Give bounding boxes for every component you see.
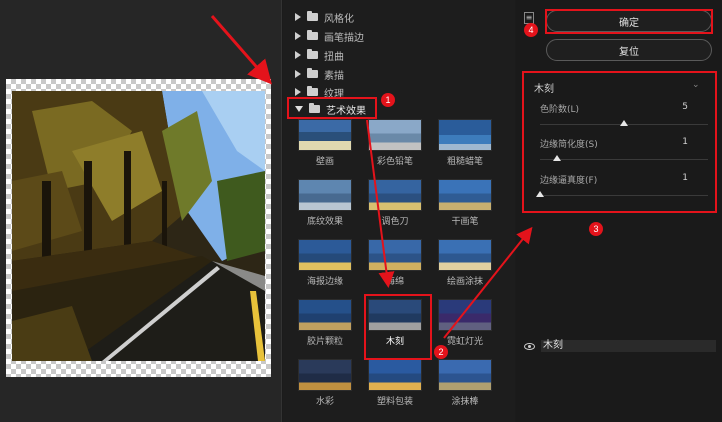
filter-thumb-colored-pencil[interactable]: 彩色铅笔 — [367, 119, 423, 171]
filter-preview-image — [298, 299, 352, 331]
category-label: 扭曲 — [324, 51, 344, 63]
filter-thumb-watercolor[interactable]: 水彩 — [297, 359, 353, 411]
preview-panel — [0, 0, 282, 422]
step-badge: 4 — [524, 23, 538, 37]
filter-preview-image — [298, 179, 352, 211]
filter-preview-image — [368, 119, 422, 151]
filter-preview-image — [368, 239, 422, 271]
filter-thumb-paint-daubs[interactable]: 绘画涂抹 — [437, 239, 493, 291]
eye-icon[interactable] — [524, 342, 535, 350]
step-badge: 2 — [434, 345, 448, 359]
filter-label: 胶片颗粒 — [306, 337, 343, 347]
filter-preview-image — [298, 119, 352, 151]
filter-thumb-rough-pastels[interactable]: 粗糙蜡笔 — [437, 119, 493, 171]
highlight-box-settings — [522, 71, 717, 213]
category-sketch[interactable]: 素描 — [295, 65, 505, 83]
filter-preview-image — [438, 299, 492, 331]
filter-label: 干画笔 — [451, 217, 479, 227]
category-stylize[interactable]: 风格化 — [295, 8, 505, 26]
filter-preview-image — [368, 359, 422, 391]
filter-preview-image — [298, 239, 352, 271]
expand-arrow-icon — [295, 70, 301, 78]
filter-thumb-underpainting[interactable]: 底纹效果 — [297, 179, 353, 231]
filter-thumb-plastic-wrap[interactable]: 塑料包装 — [367, 359, 423, 411]
preview-image[interactable] — [12, 91, 265, 361]
category-brush-strokes[interactable]: 画笔描边 — [295, 27, 505, 45]
expand-arrow-icon — [295, 13, 301, 21]
folder-icon — [307, 49, 318, 59]
highlight-box-ok — [545, 9, 713, 34]
filter-label: 彩色铅笔 — [376, 157, 413, 167]
filter-thumb-dry-brush[interactable]: 干画笔 — [437, 179, 493, 231]
expand-arrow-icon — [295, 88, 301, 96]
category-label: 素描 — [324, 70, 344, 82]
filter-thumb-sponge[interactable]: 海绵 — [367, 239, 423, 291]
filter-thumb-palette-knife[interactable]: 调色刀 — [367, 179, 423, 231]
effect-layer-name: 木刻 — [541, 340, 716, 352]
filter-label: 水彩 — [315, 397, 334, 407]
filter-preview-image — [438, 239, 492, 271]
filter-label: 粗糙蜡笔 — [446, 157, 483, 167]
filter-label: 绘画涂抹 — [446, 277, 483, 287]
filter-label: 调色刀 — [381, 217, 409, 227]
filter-label: 底纹效果 — [306, 217, 343, 227]
filter-thumb-film-grain[interactable]: 胶片颗粒 — [297, 299, 353, 351]
category-label: 风格化 — [324, 13, 354, 25]
category-label: 画笔描边 — [324, 32, 364, 44]
filter-preview-image — [438, 119, 492, 151]
filter-label: 塑料包装 — [376, 397, 413, 407]
transparency-checkerboard — [6, 79, 271, 377]
folder-icon — [307, 86, 318, 96]
expand-arrow-icon — [295, 51, 301, 59]
filter-thumb-smudge-stick[interactable]: 涂抹棒 — [437, 359, 493, 411]
expand-arrow-icon — [295, 32, 301, 40]
step-badge: 1 — [381, 93, 395, 107]
highlight-box-filter — [364, 294, 432, 360]
filter-label: 海报边缘 — [306, 277, 343, 287]
highlight-box-category — [287, 97, 377, 119]
folder-icon — [307, 30, 318, 40]
filter-preview-image — [298, 359, 352, 391]
filter-preview-image — [368, 179, 422, 211]
filter-label: 涂抹棒 — [451, 397, 479, 407]
filter-label: 海绵 — [385, 277, 404, 287]
filter-preview-image — [438, 359, 492, 391]
effect-layer-row[interactable]: 木刻 — [524, 339, 716, 353]
reset-button[interactable]: 复位 — [546, 39, 712, 61]
filter-preview-image — [438, 179, 492, 211]
filter-label: 霓虹灯光 — [446, 337, 483, 347]
filter-thumb-fresco[interactable]: 壁画 — [297, 119, 353, 171]
step-badge: 3 — [589, 222, 603, 236]
filter-label: 壁画 — [315, 157, 334, 167]
folder-icon — [307, 68, 318, 78]
filter-thumb-poster-edges[interactable]: 海报边缘 — [297, 239, 353, 291]
category-distort[interactable]: 扭曲 — [295, 46, 505, 64]
folder-icon — [307, 11, 318, 21]
filter-thumb-neon-glow[interactable]: 霓虹灯光 — [437, 299, 493, 351]
